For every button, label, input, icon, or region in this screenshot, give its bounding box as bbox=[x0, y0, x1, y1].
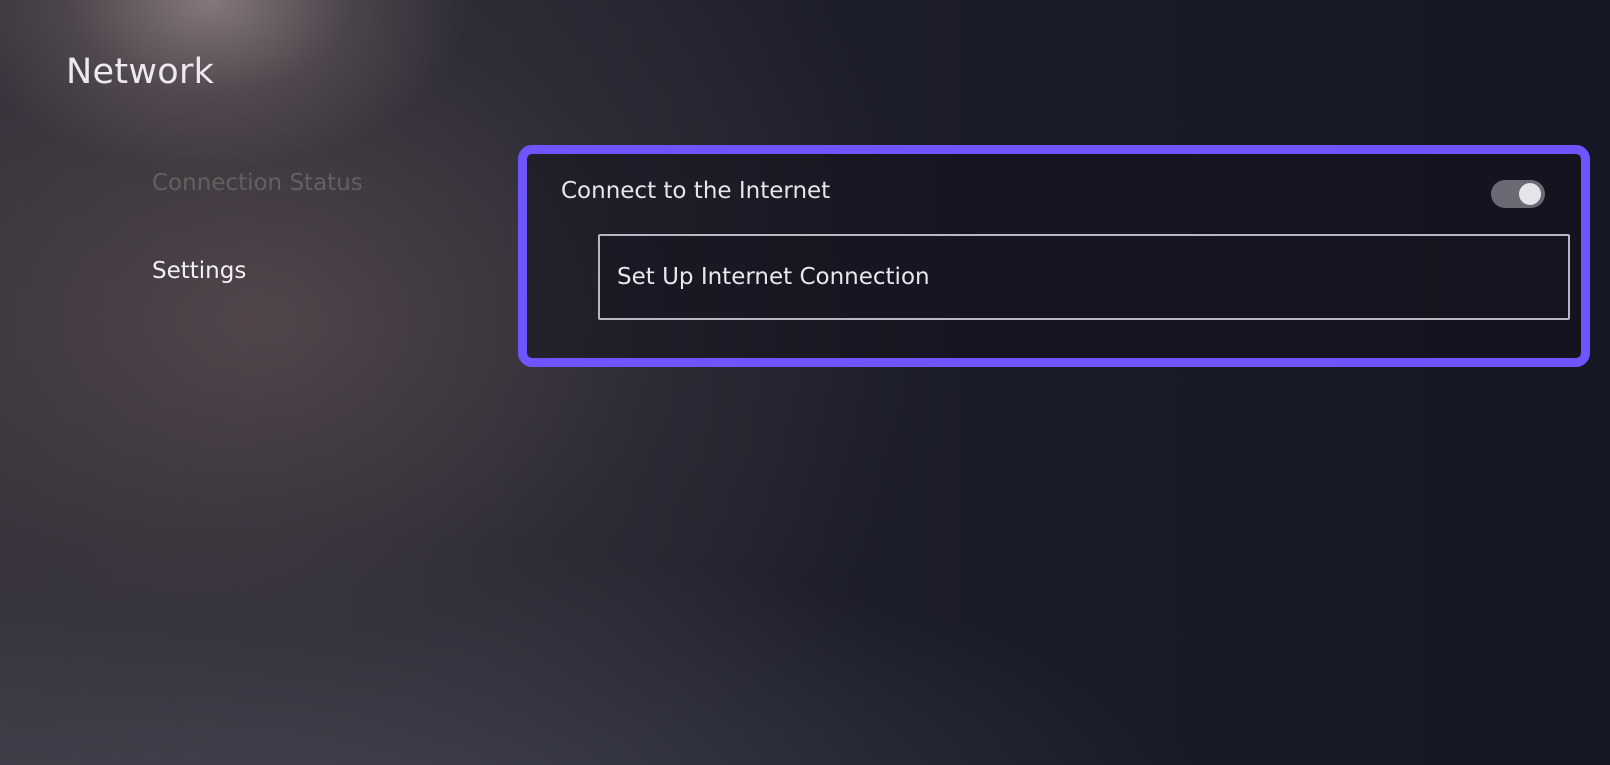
sidebar-item-connection-status[interactable]: Connection Status bbox=[152, 168, 363, 198]
network-settings-panel: Connect to the Internet Set Up Internet … bbox=[518, 145, 1590, 367]
connect-to-internet-toggle[interactable] bbox=[1491, 180, 1545, 208]
set-up-internet-connection-button[interactable]: Set Up Internet Connection bbox=[598, 234, 1570, 320]
background-gradient bbox=[0, 0, 1610, 765]
set-up-internet-connection-label: Set Up Internet Connection bbox=[617, 264, 930, 290]
page-title: Network bbox=[66, 52, 215, 92]
toggle-knob bbox=[1519, 183, 1541, 205]
sidebar-nav: Connection Status Settings bbox=[152, 168, 363, 286]
connect-to-internet-label: Connect to the Internet bbox=[561, 178, 831, 204]
sidebar-item-settings[interactable]: Settings bbox=[152, 256, 363, 286]
